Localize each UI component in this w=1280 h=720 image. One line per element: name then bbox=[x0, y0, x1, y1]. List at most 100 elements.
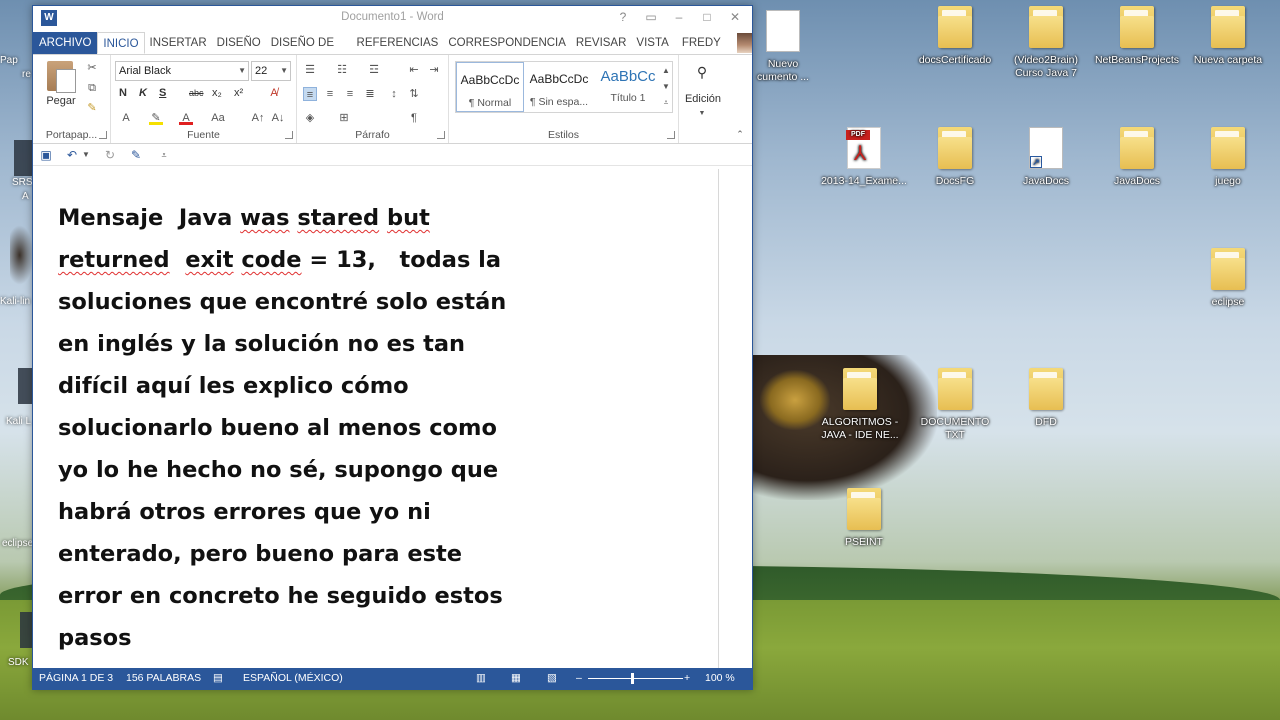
zoom-in-button[interactable]: + bbox=[684, 668, 690, 689]
paste-icon[interactable] bbox=[47, 61, 76, 93]
page-count-status[interactable]: PÁGINA 1 DE 3 bbox=[39, 668, 113, 689]
font-launcher-icon[interactable] bbox=[285, 131, 293, 139]
zoom-slider-track[interactable] bbox=[588, 678, 683, 679]
vertical-scrollbar[interactable] bbox=[719, 169, 752, 670]
copy-icon[interactable]: ⧉ bbox=[85, 81, 99, 95]
document-body-text[interactable]: Mensaje Java was stared but returned exit… bbox=[58, 197, 618, 659]
document-line[interactable]: enterado, pero bueno para este bbox=[58, 533, 618, 575]
strikethrough-button[interactable]: abc bbox=[189, 86, 204, 100]
desktop-icon-docsfg[interactable]: DocsFG bbox=[909, 127, 1001, 188]
font-color-icon[interactable]: A bbox=[179, 111, 193, 125]
ribbon-display-button[interactable]: ▭ bbox=[638, 8, 664, 26]
show-formatting-icon[interactable]: ¶ bbox=[407, 111, 421, 125]
document-line[interactable]: pasos bbox=[58, 617, 618, 659]
avatar[interactable] bbox=[736, 33, 752, 53]
desktop-icon-dfd[interactable]: DFD bbox=[1000, 368, 1092, 429]
grow-font-icon[interactable]: A↑ bbox=[251, 111, 265, 125]
proofing-icon[interactable]: ▤ bbox=[213, 668, 223, 689]
save-icon[interactable]: ▣ bbox=[39, 148, 53, 162]
clear-formatting-icon[interactable]: A̸ bbox=[267, 86, 281, 100]
document-line[interactable]: error en concreto he seguido estos bbox=[58, 575, 618, 617]
editing-button[interactable]: Edición bbox=[681, 93, 725, 105]
shrink-font-icon[interactable]: A↓ bbox=[271, 111, 285, 125]
customize-toolbar-icon[interactable]: ⩡ bbox=[157, 148, 171, 162]
help-button[interactable]: ? bbox=[610, 8, 636, 26]
text-effects-icon[interactable]: A bbox=[119, 111, 133, 125]
borders-icon[interactable]: ⊞ bbox=[337, 111, 351, 125]
desktop-icon-juego[interactable]: juego bbox=[1182, 127, 1274, 188]
bold-button[interactable]: N bbox=[119, 86, 127, 100]
styles-launcher-icon[interactable] bbox=[667, 131, 675, 139]
desktop-icon-pseint[interactable]: PSEINT bbox=[818, 488, 910, 549]
desktop-icon-pdf-exam[interactable]: PDF ⅄ 2013-14_Exame... bbox=[818, 127, 910, 188]
clipboard-launcher-icon[interactable] bbox=[99, 131, 107, 139]
desktop-icon-algoritmos[interactable]: ALGORITMOS - JAVA - IDE NE... bbox=[814, 368, 906, 442]
document-page[interactable]: Mensaje Java was stared but returned exit… bbox=[33, 169, 719, 670]
paste-button[interactable]: Pegar bbox=[41, 95, 81, 107]
bullets-icon[interactable]: ☰ bbox=[303, 63, 317, 77]
web-layout-icon[interactable]: ▧ bbox=[547, 668, 557, 689]
left-desktop-label[interactable]: SDK bbox=[8, 657, 29, 668]
tab-inicio[interactable]: INICIO bbox=[97, 32, 145, 54]
numbering-icon[interactable]: ☷ bbox=[335, 63, 349, 77]
desktop-icon-javadocs[interactable]: JavaDocs bbox=[1091, 127, 1183, 188]
tab-revisar[interactable]: REVISAR bbox=[571, 32, 632, 54]
left-desktop-label[interactable]: Kali-lin bbox=[0, 296, 30, 307]
zoom-level[interactable]: 100 % bbox=[705, 668, 735, 689]
user-account-menu[interactable]: FREDY GA... bbox=[678, 32, 733, 71]
tab-correspondencia[interactable]: CORRESPONDENCIA bbox=[443, 32, 571, 54]
left-desktop-label[interactable]: Kali L bbox=[6, 416, 31, 427]
language-status[interactable]: ESPAÑOL (MÉXICO) bbox=[243, 668, 343, 689]
decrease-indent-icon[interactable]: ⇤ bbox=[407, 63, 421, 77]
left-desktop-label[interactable]: A bbox=[22, 191, 29, 202]
desktop-icon-netbeansprojects[interactable]: ↗ NetBeansProjects bbox=[1091, 6, 1183, 67]
styles-scroll-down-icon[interactable]: ▼ bbox=[659, 80, 673, 94]
tab-diseno-de-pagina[interactable]: DISEÑO DE PÁGINA bbox=[266, 32, 352, 71]
shading-icon[interactable]: ◈ bbox=[303, 111, 317, 125]
document-line[interactable]: soluciones que encontré solo están bbox=[58, 281, 618, 323]
desktop-icon-documento-txt[interactable]: DOCUMENTO TXT bbox=[909, 368, 1001, 442]
document-line[interactable]: en inglés y la solución no es tan bbox=[58, 323, 618, 365]
minimize-button[interactable]: – bbox=[666, 8, 692, 26]
desktop-icon-javadocs-shortcut[interactable]: ↗ JavaDocs bbox=[1000, 127, 1092, 188]
undo-icon[interactable]: ↶ bbox=[65, 148, 79, 162]
tab-archivo[interactable]: ARCHIVO bbox=[33, 32, 98, 54]
desktop-icon-new-document[interactable]: Nuevo cumento ... bbox=[748, 10, 818, 84]
redo-icon[interactable]: ↻ bbox=[103, 148, 117, 162]
sort-icon[interactable]: ⇅ bbox=[407, 87, 421, 101]
font-name-combo[interactable]: Arial Black ▼ bbox=[115, 61, 249, 81]
paragraph-launcher-icon[interactable] bbox=[437, 131, 445, 139]
left-desktop-icon[interactable] bbox=[14, 140, 34, 176]
align-left-icon[interactable]: ≡ bbox=[303, 87, 317, 101]
read-mode-icon[interactable]: ▥ bbox=[476, 668, 486, 689]
print-layout-icon[interactable]: ▦ bbox=[511, 668, 521, 689]
align-right-icon[interactable]: ≡ bbox=[343, 87, 357, 101]
zoom-out-button[interactable]: – bbox=[576, 668, 582, 689]
styles-more-icon[interactable]: ⩡ bbox=[659, 96, 673, 110]
left-desktop-label[interactable]: eclipse bbox=[2, 538, 33, 549]
desktop-icon-video2brain[interactable]: (Video2Brain) Curso Java 7 bbox=[1000, 6, 1092, 80]
left-desktop-label[interactable]: re bbox=[22, 69, 31, 80]
collapse-ribbon-icon[interactable]: ⌃ bbox=[733, 127, 747, 141]
document-line[interactable]: difícil aquí les explico cómo bbox=[58, 365, 618, 407]
desktop-icon-eclipse[interactable]: eclipse bbox=[1182, 248, 1274, 309]
tab-referencias[interactable]: REFERENCIAS bbox=[352, 32, 444, 54]
styles-scroll-up-icon[interactable]: ▲ bbox=[659, 64, 673, 78]
document-line[interactable]: solucionarlo bueno al menos como bbox=[58, 407, 618, 449]
zoom-slider-thumb[interactable] bbox=[631, 673, 634, 684]
font-size-combo[interactable]: 22 ▼ bbox=[251, 61, 291, 81]
title-bar[interactable]: W Documento1 - Word ? ▭ – □ ✕ bbox=[33, 6, 752, 30]
desktop-icon-docscertificado[interactable]: docsCertificado bbox=[909, 6, 1001, 67]
tab-diseno[interactable]: DISEÑO bbox=[212, 32, 266, 54]
style-sin-espaciado[interactable]: AaBbCcDc ¶ Sin espa... bbox=[525, 62, 593, 112]
left-desktop-label[interactable]: SRS bbox=[12, 177, 33, 188]
format-painter-icon[interactable]: ✎ bbox=[85, 101, 99, 115]
document-line[interactable]: Mensaje Java was stared but bbox=[58, 197, 618, 239]
highlight-color-icon[interactable]: ✎ bbox=[149, 111, 163, 125]
superscript-button[interactable]: x² bbox=[234, 86, 243, 100]
subscript-button[interactable]: x₂ bbox=[212, 86, 222, 100]
change-case-icon[interactable]: Aa bbox=[211, 111, 225, 125]
document-line[interactable]: yo lo he hecho no sé, supongo que bbox=[58, 449, 618, 491]
document-line[interactable]: habrá otros errores que yo ni bbox=[58, 491, 618, 533]
line-spacing-icon[interactable]: ↕ bbox=[387, 87, 401, 101]
